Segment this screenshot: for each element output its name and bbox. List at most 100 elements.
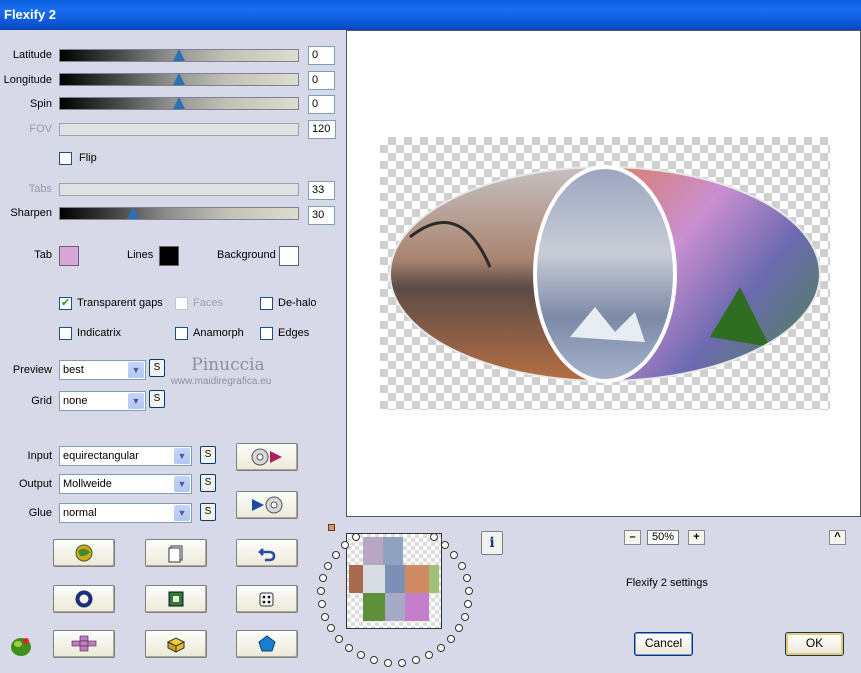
chevron-down-icon[interactable]: ▼ [174, 505, 190, 521]
sharpen-input[interactable]: 30 [308, 206, 335, 225]
chevron-down-icon[interactable]: ▼ [128, 362, 144, 378]
sharpen-label: Sharpen [10, 207, 52, 219]
preview-s-button[interactable]: S [149, 359, 165, 377]
preview-label: Preview [12, 364, 52, 376]
disc-arrow-icon [251, 448, 282, 466]
load-settings-button[interactable] [236, 443, 298, 471]
collapse-button[interactable]: ^ [829, 530, 846, 545]
navigator-dot[interactable] [344, 644, 353, 653]
navigator-dot[interactable] [334, 635, 343, 644]
navigator-dot[interactable] [331, 550, 340, 559]
edges-checkbox[interactable] [260, 327, 273, 340]
chevron-down-icon[interactable]: ▼ [128, 393, 144, 409]
glue-s-button[interactable]: S [200, 503, 216, 521]
navigator-dot[interactable] [369, 656, 378, 665]
navigator-dot[interactable] [317, 599, 326, 608]
zoom-in-button[interactable]: + [688, 530, 705, 545]
longitude-slider-thumb[interactable] [173, 73, 185, 85]
navigator-dot[interactable] [437, 644, 446, 653]
info-button[interactable]: i [481, 531, 503, 555]
latitude-slider[interactable] [59, 49, 299, 62]
cross-grid-icon [71, 635, 97, 652]
navigator-dot[interactable] [447, 635, 456, 644]
indicatrix-checkbox[interactable] [59, 327, 72, 340]
preview-select[interactable]: best ▼ [59, 360, 146, 380]
background-color-swatch[interactable] [279, 246, 299, 266]
navigator-dot[interactable] [429, 533, 438, 542]
faces-label: Faces [193, 297, 223, 309]
cancel-button[interactable]: Cancel [634, 632, 693, 656]
navigator-dot[interactable] [425, 651, 434, 660]
navigator-dot[interactable] [457, 561, 466, 570]
flip-checkbox[interactable] [59, 152, 72, 165]
anamorph-checkbox[interactable] [175, 327, 188, 340]
navigator-dot[interactable] [461, 612, 470, 621]
navigator-dot[interactable] [441, 540, 449, 549]
output-s-button[interactable]: S [200, 474, 216, 492]
spin-slider-thumb[interactable] [173, 97, 185, 109]
transparent-background [380, 137, 830, 410]
navigator-dot[interactable] [324, 561, 333, 570]
anamorph-label: Anamorph [193, 327, 244, 339]
glue-select-value: normal [63, 507, 97, 519]
pentagon-button[interactable] [236, 630, 298, 658]
glue-label: Glue [28, 507, 52, 519]
de-halo-checkbox[interactable] [260, 297, 273, 310]
input-select[interactable]: equirectangular ▼ [59, 446, 192, 466]
reset-button[interactable] [53, 585, 115, 613]
navigator-dot[interactable] [462, 573, 471, 582]
output-select[interactable]: Mollweide ▼ [59, 474, 192, 494]
glue-select[interactable]: normal ▼ [59, 503, 192, 523]
chevron-down-icon[interactable]: ▼ [174, 476, 190, 492]
copy-button[interactable] [145, 539, 207, 567]
latitude-input[interactable]: 0 [308, 46, 335, 65]
navigator-dot[interactable] [340, 540, 349, 549]
random-button[interactable] [236, 585, 298, 613]
navigator-dot[interactable] [450, 550, 459, 559]
sharpen-slider-thumb[interactable] [127, 207, 139, 219]
navigator-dot[interactable] [464, 599, 473, 608]
cube-button[interactable] [145, 630, 207, 658]
longitude-input[interactable]: 0 [308, 71, 335, 90]
navigator-dot[interactable] [412, 656, 420, 665]
grid-select[interactable]: none ▼ [59, 391, 146, 411]
spin-label: Spin [29, 98, 52, 110]
navigator-handle[interactable] [328, 524, 335, 531]
tabs-input: 33 [308, 181, 335, 200]
spin-slider[interactable] [59, 97, 299, 110]
grid-label: Grid [31, 395, 52, 407]
zoom-out-button[interactable]: – [624, 530, 641, 545]
cross-button[interactable] [53, 630, 115, 658]
navigator-dot[interactable] [326, 624, 335, 633]
tab-color-swatch[interactable] [59, 246, 79, 266]
transparent-gaps-checkbox[interactable]: ✔ [59, 297, 72, 310]
ok-button[interactable]: OK [785, 632, 844, 656]
fov-label: FOV [29, 123, 52, 135]
lines-color-swatch[interactable] [159, 246, 179, 266]
input-s-button[interactable]: S [200, 446, 216, 464]
grid-s-button[interactable]: S [149, 390, 165, 408]
sharpen-slider[interactable] [59, 207, 299, 220]
navigator-dot[interactable] [464, 586, 473, 595]
preview-canvas[interactable] [346, 30, 861, 517]
navigator-thumbnail[interactable] [346, 533, 442, 629]
de-halo-label: De-halo [278, 297, 317, 309]
navigator-dot[interactable] [320, 612, 329, 621]
navigator-dot[interactable] [455, 624, 464, 633]
navigator-dot[interactable] [383, 658, 392, 667]
longitude-slider[interactable] [59, 73, 299, 86]
latitude-slider-thumb[interactable] [173, 49, 185, 61]
document-icon [168, 545, 183, 563]
frame-button[interactable] [145, 585, 207, 613]
randomize-colors-button[interactable] [53, 539, 115, 567]
navigator-dot[interactable] [398, 658, 407, 667]
fov-input: 120 [308, 120, 336, 139]
watermark-site: www.maidiregrafica.eu [170, 376, 272, 387]
spin-input[interactable]: 0 [308, 95, 335, 114]
save-settings-button[interactable] [236, 491, 298, 519]
undo-button[interactable] [236, 539, 298, 567]
chevron-down-icon[interactable]: ▼ [174, 448, 190, 464]
navigator-dot[interactable] [317, 586, 326, 595]
navigator-dot[interactable] [356, 651, 365, 660]
navigator-dot[interactable] [319, 573, 328, 582]
